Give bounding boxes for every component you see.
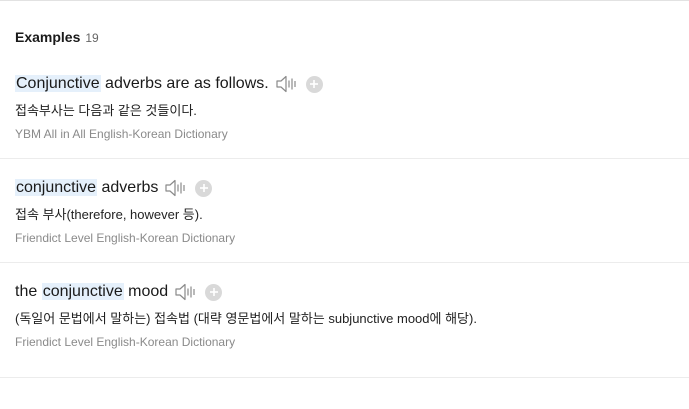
sentence-suffix: mood — [123, 283, 169, 300]
example-divider — [0, 262, 689, 263]
example-divider — [0, 377, 689, 378]
example-item: conjunctive adverbs 접속 부사(therefore, how… — [15, 175, 689, 246]
add-to-wordbook-icon[interactable] — [195, 179, 213, 197]
example-count: 19 — [85, 31, 99, 45]
add-to-wordbook-icon[interactable] — [305, 75, 323, 93]
example-divider — [0, 158, 689, 159]
example-sentence-line: the conjunctive mood — [15, 279, 689, 305]
highlighted-keyword: conjunctive — [41, 283, 124, 300]
example-translation: 접속부사는 다음과 같은 것들이다. — [15, 103, 197, 118]
sentence-prefix: the — [15, 283, 42, 300]
speaker-icon[interactable] — [174, 282, 196, 302]
example-sentence[interactable]: Conjunctive adverbs are as follows. — [15, 75, 269, 93]
example-sentence[interactable]: conjunctive adverbs — [15, 179, 158, 197]
example-item: Conjunctive adverbs are as follows. 접속부사… — [15, 71, 689, 142]
highlighted-keyword: conjunctive — [15, 179, 98, 196]
highlighted-keyword: Conjunctive — [15, 75, 101, 92]
example-item: the conjunctive mood (독일어 문법에서 말하는) 접속법 … — [15, 279, 689, 350]
section-title: Examples — [15, 29, 81, 45]
example-translation: (독일어 문법에서 말하는) 접속법 (대략 영문법에서 말하는 subjunc… — [15, 311, 477, 326]
example-source: Friendict Level English-Korean Dictionar… — [15, 231, 236, 245]
example-sentence-line: Conjunctive adverbs are as follows. — [15, 71, 689, 97]
speaker-icon[interactable] — [164, 178, 186, 198]
example-sentence[interactable]: the conjunctive mood — [15, 283, 168, 301]
speaker-icon[interactable] — [275, 74, 297, 94]
example-sentence-line: conjunctive adverbs — [15, 175, 689, 201]
top-divider — [0, 0, 689, 1]
example-source: YBM All in All English-Korean Dictionary — [15, 127, 228, 141]
example-source: Friendict Level English-Korean Dictionar… — [15, 335, 236, 349]
examples-header: Examples 19 — [15, 29, 99, 45]
add-to-wordbook-icon[interactable] — [205, 283, 223, 301]
sentence-suffix: adverbs — [97, 179, 159, 196]
example-translation: 접속 부사(therefore, however 등). — [15, 207, 203, 222]
sentence-suffix: adverbs are as follows. — [100, 75, 269, 92]
